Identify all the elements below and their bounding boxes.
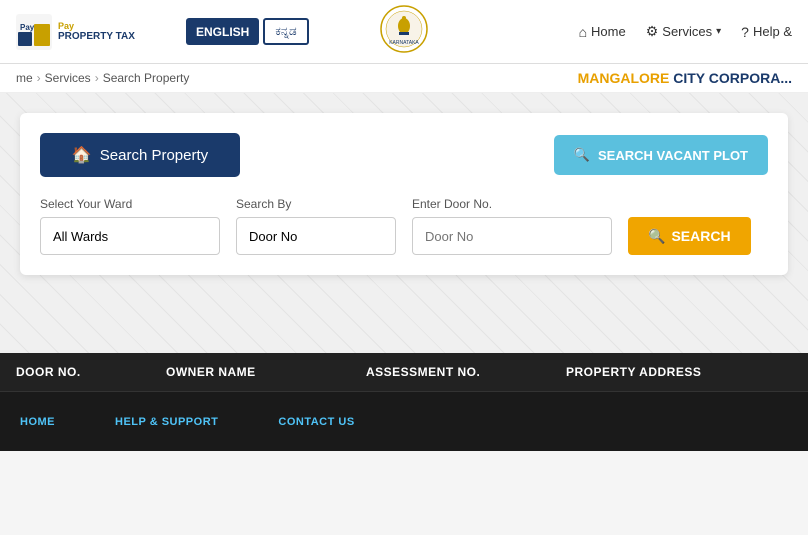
- search-btn-icon: 🔍: [648, 228, 665, 245]
- nav-right: ⌂ Home ⚙ Services ▾ ? Help &: [579, 23, 792, 40]
- breadcrumb-bar: me › Services › Search Property MANGALOR…: [0, 64, 808, 93]
- search-vacant-icon: 🔍: [574, 147, 590, 163]
- footer-dark: HOME HELP & SUPPORT CONTACT US: [0, 391, 808, 451]
- kannada-lang-button[interactable]: ಕನ್ನಡ: [263, 18, 308, 45]
- search-form-row: Select Your Ward All Wards Ward 1 Ward 2…: [40, 197, 768, 255]
- ward-select[interactable]: All Wards Ward 1 Ward 2 Ward 3: [40, 217, 220, 255]
- services-icon: ⚙: [646, 23, 659, 40]
- svg-text:KARNATAKA: KARNATAKA: [389, 40, 419, 46]
- state-emblem-icon: KARNATAKA: [379, 4, 429, 54]
- results-table: DOOR NO. OWNER NAME ASSESSMENT NO. PROPE…: [0, 353, 808, 391]
- search-btn-label: SEARCH: [671, 228, 730, 244]
- language-switcher: ENGLISH ಕನ್ನಡ: [186, 18, 309, 45]
- doorNo-input[interactable]: [412, 217, 612, 255]
- main-content: 🏠 Search Property 🔍 SEARCH VACANT PLOT S…: [0, 93, 808, 353]
- nav-home-label: Home: [591, 24, 626, 39]
- help-icon: ?: [741, 24, 749, 40]
- footer-contact-link[interactable]: CONTACT US: [278, 416, 354, 428]
- page-header: Pay Pay PROPERTY TAX ENGLISH ಕನ್ನಡ KARNA…: [0, 0, 808, 64]
- col-door-no: DOOR NO.: [16, 365, 166, 379]
- searchby-form-group: Search By Door No Owner Name Assessment …: [236, 197, 396, 255]
- nav-home[interactable]: ⌂ Home: [579, 24, 626, 40]
- search-button[interactable]: 🔍 SEARCH: [628, 217, 751, 255]
- search-property-button[interactable]: 🏠 Search Property: [40, 133, 240, 177]
- logo-area: Pay Pay PROPERTY TAX: [16, 14, 176, 50]
- breadcrumb-current: Search Property: [103, 71, 190, 85]
- col-owner-name: OWNER NAME: [166, 365, 366, 379]
- col-assessment-no: ASSESSMENT NO.: [366, 365, 566, 379]
- searchby-label: Search By: [236, 197, 396, 211]
- corp-title: MANGALORE CITY CORPORA...: [578, 70, 792, 86]
- breadcrumb-sep-1: ›: [37, 71, 41, 85]
- pay-icon: Pay: [16, 14, 52, 50]
- footer-help-link[interactable]: HELP & SUPPORT: [115, 416, 218, 428]
- home-icon: ⌂: [579, 24, 587, 40]
- nav-help-label: Help &: [753, 24, 792, 39]
- doorNo-form-group: Enter Door No.: [412, 197, 612, 255]
- nav-services-label: Services: [662, 24, 712, 39]
- ward-label: Select Your Ward: [40, 197, 220, 211]
- ward-form-group: Select Your Ward All Wards Ward 1 Ward 2…: [40, 197, 220, 255]
- house-icon: 🏠: [72, 145, 92, 165]
- search-panel: 🏠 Search Property 🔍 SEARCH VACANT PLOT S…: [20, 113, 788, 275]
- breadcrumb: me › Services › Search Property: [16, 71, 189, 85]
- search-vacant-label: SEARCH VACANT PLOT: [598, 148, 748, 163]
- search-vacant-plot-button[interactable]: 🔍 SEARCH VACANT PLOT: [554, 135, 768, 175]
- chevron-down-icon: ▾: [716, 26, 721, 37]
- col-property-address: PROPERTY ADDRESS: [566, 365, 792, 379]
- svg-text:Pay: Pay: [20, 23, 35, 32]
- corp-name-orange: MANGALORE: [578, 70, 670, 86]
- table-header-row: DOOR NO. OWNER NAME ASSESSMENT NO. PROPE…: [0, 353, 808, 391]
- english-lang-button[interactable]: ENGLISH: [186, 18, 259, 45]
- doorNo-label: Enter Door No.: [412, 197, 612, 211]
- searchby-select[interactable]: Door No Owner Name Assessment No: [236, 217, 396, 255]
- search-property-label: Search Property: [100, 147, 208, 164]
- corp-name-blue: CITY CORPORA...: [673, 70, 792, 86]
- logo-text: Pay PROPERTY TAX: [58, 21, 135, 42]
- breadcrumb-sep-2: ›: [95, 71, 99, 85]
- center-emblem: KARNATAKA: [379, 4, 429, 59]
- search-top-row: 🏠 Search Property 🔍 SEARCH VACANT PLOT: [40, 133, 768, 177]
- breadcrumb-home[interactable]: me: [16, 71, 33, 85]
- breadcrumb-services[interactable]: Services: [45, 71, 91, 85]
- nav-services[interactable]: ⚙ Services ▾: [646, 23, 721, 40]
- footer-home-link[interactable]: HOME: [20, 416, 55, 428]
- nav-help[interactable]: ? Help &: [741, 24, 792, 40]
